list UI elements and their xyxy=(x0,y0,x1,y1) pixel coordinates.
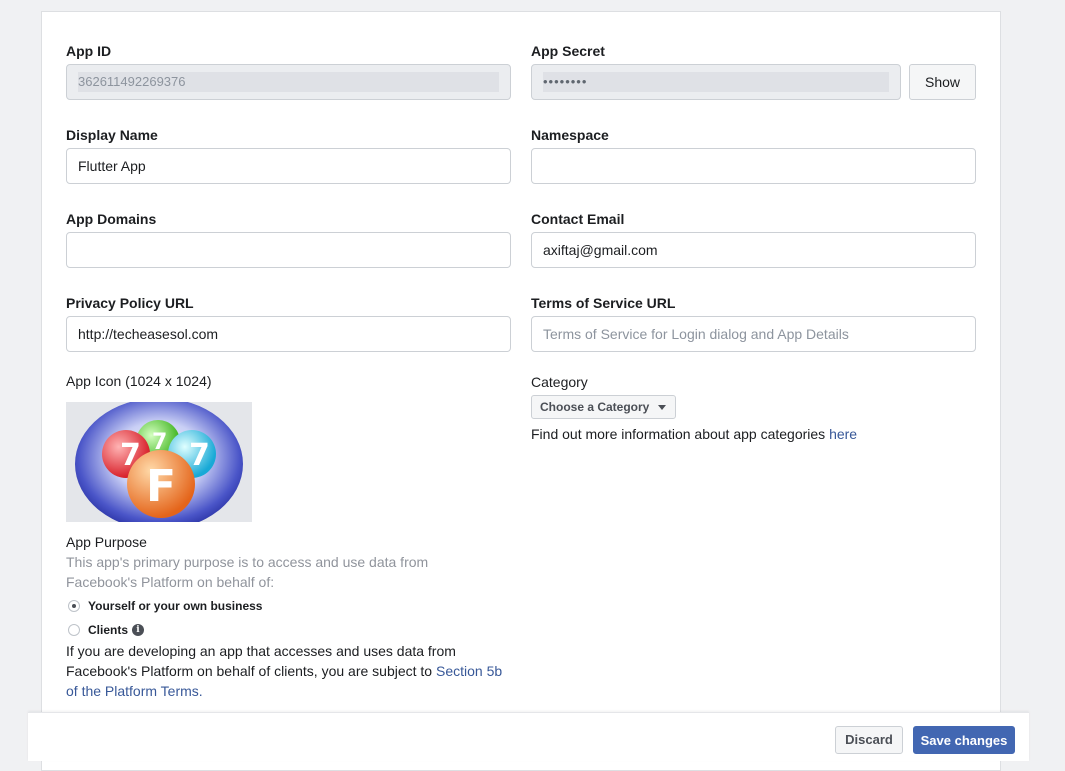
platform-terms-link[interactable]: of the Platform Terms. xyxy=(66,683,203,699)
radio-clients[interactable] xyxy=(68,624,80,636)
category-selected: Choose a Category xyxy=(540,400,650,414)
namespace-label: Namespace xyxy=(531,127,609,143)
app-id-field[interactable]: 362611492269376 xyxy=(66,64,511,100)
category-dropdown[interactable]: Choose a Category xyxy=(531,395,676,419)
app-secret-value: •••••••• xyxy=(543,72,889,92)
namespace-input[interactable] xyxy=(531,148,976,184)
app-icon-graphic: 7 7 7 F xyxy=(75,402,243,522)
terms-of-service-label: Terms of Service URL xyxy=(531,295,676,311)
app-icon-image[interactable]: 7 7 7 F xyxy=(66,402,252,522)
chevron-down-icon xyxy=(658,405,666,410)
discard-button[interactable]: Discard xyxy=(835,726,903,754)
app-id-label: App ID xyxy=(66,43,112,59)
app-icon-label: App Icon (1024 x 1024) xyxy=(66,373,212,389)
app-secret-label: App Secret xyxy=(531,43,605,59)
contact-email-label: Contact Email xyxy=(531,211,625,227)
contact-email-input[interactable] xyxy=(531,232,976,268)
terms-of-service-input[interactable] xyxy=(531,316,976,352)
category-info: Find out more information about app cate… xyxy=(531,426,857,442)
app-secret-field[interactable]: •••••••• xyxy=(531,64,901,100)
category-info-link[interactable]: here xyxy=(829,426,857,442)
section-5b-link[interactable]: Section 5b xyxy=(436,663,502,679)
category-label: Category xyxy=(531,374,588,390)
app-domains-label: App Domains xyxy=(66,211,157,227)
app-purpose-description-1: This app's primary purpose is to access … xyxy=(66,554,429,570)
clients-note-2-text: Facebook's Platform on behalf of clients… xyxy=(66,663,436,679)
show-secret-button[interactable]: Show xyxy=(909,64,976,100)
radio-clients-label: Clients xyxy=(88,623,129,637)
radio-own-business-label: Yourself or your own business xyxy=(88,599,263,613)
category-info-text: Find out more information about app cate… xyxy=(531,426,830,442)
logo-letter: F xyxy=(146,461,176,512)
display-name-input[interactable] xyxy=(66,148,511,184)
app-purpose-description-2: Facebook's Platform on behalf of: xyxy=(66,574,275,590)
app-id-value: 362611492269376 xyxy=(78,72,499,92)
clients-note-2: Facebook's Platform on behalf of clients… xyxy=(66,663,502,679)
app-purpose-label: App Purpose xyxy=(66,534,147,550)
radio-own-business[interactable] xyxy=(68,600,80,612)
app-domains-input[interactable] xyxy=(66,232,511,268)
display-name-label: Display Name xyxy=(66,127,158,143)
privacy-policy-label: Privacy Policy URL xyxy=(66,295,194,311)
info-icon[interactable]: i xyxy=(132,624,144,636)
cyan-ball-digit: 7 xyxy=(189,438,210,473)
privacy-policy-input[interactable] xyxy=(66,316,511,352)
save-changes-button[interactable]: Save changes xyxy=(913,726,1015,754)
clients-note-1: If you are developing an app that access… xyxy=(66,643,456,659)
